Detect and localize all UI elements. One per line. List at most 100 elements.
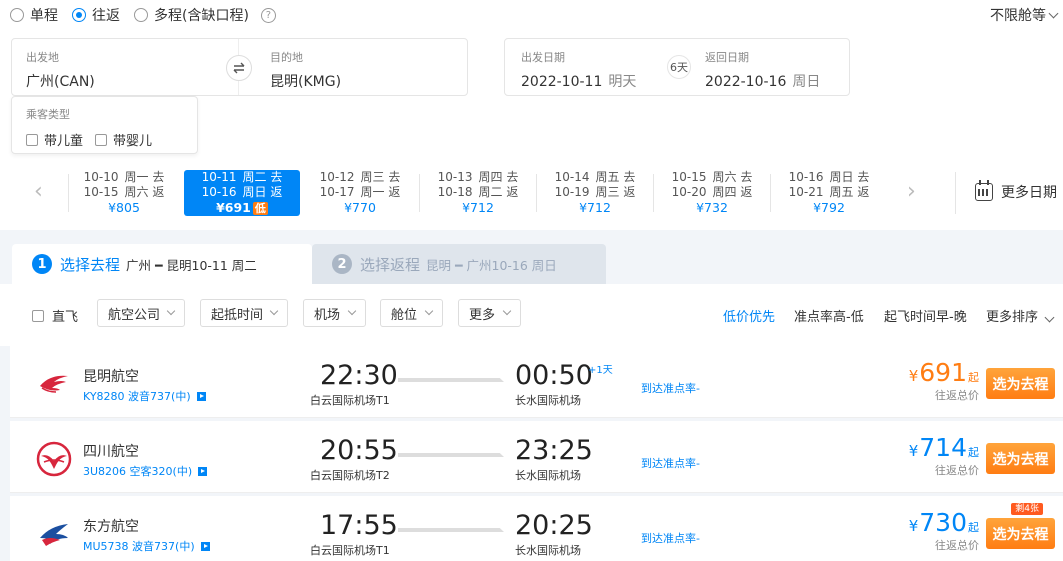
flight-row[interactable]: 四川航空 3U8206 空客320(中) 20:55 白云国际机场T2 23:2… bbox=[10, 421, 1063, 493]
tab-outbound-step: 1 bbox=[32, 254, 52, 274]
flight-row[interactable]: 东方航空 MU5738 波音737(中) 17:55 白云国际机场T1 20:2… bbox=[10, 496, 1063, 561]
passenger-type-label: 乘客类型 bbox=[26, 108, 70, 121]
date-go-day: 周五 bbox=[595, 170, 620, 184]
trip-type-multi[interactable]: 多程(含缺口程) bbox=[134, 5, 249, 25]
currency-symbol: ¥ bbox=[908, 517, 919, 535]
date-option-card[interactable]: 10-16 周日 去 10-21 周五 返 ¥792 bbox=[771, 170, 887, 216]
chevron-down-icon bbox=[347, 306, 357, 316]
date-go: 10-15 bbox=[671, 170, 707, 184]
help-icon[interactable]: ? bbox=[260, 7, 276, 23]
trip-type-oneway[interactable]: 单程 bbox=[10, 5, 58, 25]
date-option-card[interactable]: 10-14 周五 去 10-19 周三 返 ¥712 bbox=[537, 170, 653, 216]
sort-lowest-price[interactable]: 低价优先 bbox=[723, 306, 775, 325]
kunming-airlines-logo-icon bbox=[40, 375, 68, 393]
seats-left-badge: 剩4张 bbox=[1011, 503, 1043, 515]
filter-time-dropdown[interactable]: 起抵时间 bbox=[200, 299, 288, 327]
return-date-field[interactable]: 返回日期 2022-10-16 周日 bbox=[705, 49, 820, 91]
aircraft-info-icon[interactable] bbox=[200, 541, 210, 551]
cabin-class-select[interactable]: 不限舱等 bbox=[990, 5, 1059, 25]
price-block: ¥714 起 往返总价 bbox=[909, 433, 979, 478]
departure-time: 17:55 bbox=[320, 510, 398, 541]
flight-number-text: KY8280 波音737(中) bbox=[83, 390, 191, 403]
tab-outbound[interactable]: 1 选择去程 广州 ━ 昆明10-11 周二 bbox=[12, 244, 312, 284]
more-dates-button[interactable]: 更多日期 bbox=[975, 180, 1057, 202]
direct-flight-checkbox[interactable] bbox=[32, 309, 44, 322]
arrival-airport: 长水国际机场 bbox=[515, 394, 581, 407]
select-outbound-button[interactable]: 选为去程 bbox=[986, 443, 1055, 474]
filter-airport-dropdown[interactable]: 机场 bbox=[303, 299, 366, 327]
filter-more-label: 更多 bbox=[469, 307, 496, 323]
next-day-badge: +1天 bbox=[588, 365, 613, 376]
date-go-day: 周三 bbox=[360, 170, 385, 184]
date-price: ¥770 bbox=[344, 200, 376, 215]
filter-airline-label: 航空公司 bbox=[108, 307, 161, 323]
departure-city-value: 广州(CAN) bbox=[26, 74, 95, 90]
more-dates-label: 更多日期 bbox=[1001, 185, 1057, 201]
filter-more-dropdown[interactable]: 更多 bbox=[458, 299, 521, 327]
date-back: 10-21 bbox=[788, 185, 824, 199]
date-option-card[interactable]: 10-13 周四 去 10-18 周二 返 ¥712 bbox=[420, 170, 536, 216]
tab-outbound-title: 选择去程 bbox=[60, 255, 121, 274]
date-back-day: 周二 bbox=[478, 185, 503, 199]
radio-roundtrip[interactable] bbox=[72, 8, 86, 22]
date-price-strip: ‹ 10-10 周一 去 10-15 周六 返 ¥805 10-11 周二 去 10-… bbox=[20, 168, 940, 218]
ontime-rate: 到达准点率- bbox=[641, 532, 700, 545]
date-back-tag: 返 bbox=[623, 185, 636, 199]
date-option-card[interactable]: 10-10 周一 去 10-15 周六 返 ¥805 bbox=[66, 170, 182, 216]
date-back-day: 周四 bbox=[712, 185, 737, 199]
departure-city-field[interactable]: 出发地 广州(CAN) bbox=[26, 49, 95, 91]
sort-ontime-rate[interactable]: 准点率高-低 bbox=[794, 306, 864, 325]
sort-departure-time[interactable]: 起飞时间早-晚 bbox=[884, 306, 967, 325]
departure-date-field[interactable]: 出发日期 2022-10-11 明天 bbox=[521, 49, 636, 91]
next-dates-arrow-icon[interactable]: › bbox=[907, 181, 916, 203]
passenger-type-panel: 乘客类型 带儿童 带婴儿 bbox=[11, 96, 198, 154]
chevron-down-icon bbox=[424, 306, 434, 316]
date-option-card[interactable]: 10-15 周六 去 10-20 周四 返 ¥732 bbox=[654, 170, 770, 216]
arrival-city-field[interactable]: 目的地 昆明(KMG) bbox=[270, 49, 341, 91]
arrival-time: 20:25 bbox=[515, 510, 593, 541]
flight-number[interactable]: KY8280 波音737(中) bbox=[83, 388, 206, 404]
with-child-label: 带儿童 bbox=[44, 134, 84, 149]
date-option-card[interactable]: 10-12 周三 去 10-17 周一 返 ¥770 bbox=[302, 170, 418, 216]
flight-row[interactable]: 昆明航空 KY8280 波音737(中) 22:30 白云国际机场T1 00:5… bbox=[10, 346, 1063, 418]
price-from-label: 起 bbox=[968, 446, 979, 459]
with-child-option[interactable]: 带儿童 bbox=[26, 130, 83, 149]
return-date-value: 2022-10-16 bbox=[705, 74, 787, 90]
filter-airline-dropdown[interactable]: 航空公司 bbox=[97, 299, 185, 327]
direct-flight-option[interactable]: 直飞 bbox=[32, 306, 78, 325]
roundtrip-total-label: 往返总价 bbox=[935, 389, 979, 402]
with-child-checkbox[interactable] bbox=[26, 133, 38, 146]
select-outbound-button[interactable]: 选为去程 bbox=[986, 368, 1055, 399]
airline-name: 东方航空 bbox=[83, 519, 139, 535]
departure-airport: 白云国际机场T2 bbox=[310, 469, 390, 482]
radio-oneway[interactable] bbox=[10, 8, 24, 22]
filter-bar: 直飞 航空公司 起抵时间 机场 舱位 更多 低价优先 准点率高-低 起飞时间早-… bbox=[0, 284, 1063, 346]
radio-multi[interactable] bbox=[134, 8, 148, 22]
with-infant-checkbox[interactable] bbox=[95, 133, 108, 146]
swap-icon bbox=[233, 62, 245, 74]
date-go-day: 周日 bbox=[829, 170, 854, 184]
flight-number[interactable]: 3U8206 空客320(中) bbox=[83, 463, 208, 479]
city-selector: 出发地 广州(CAN) 目的地 昆明(KMG) bbox=[11, 38, 468, 96]
date-option-card-selected[interactable]: 10-11 周二 去 10-16 周日 返 ¥691 低 bbox=[184, 170, 300, 216]
aircraft-info-icon[interactable] bbox=[196, 391, 206, 401]
trip-type-roundtrip-label: 往返 bbox=[92, 8, 120, 24]
filter-cabin-dropdown[interactable]: 舱位 bbox=[380, 299, 443, 327]
date-price: ¥732 bbox=[696, 200, 728, 215]
prev-dates-arrow-icon[interactable]: ‹ bbox=[34, 181, 43, 203]
china-eastern-logo-icon bbox=[40, 524, 68, 546]
with-infant-option[interactable]: 带婴儿 bbox=[95, 130, 152, 149]
date-back-day: 周六 bbox=[124, 185, 149, 199]
flight-number[interactable]: MU5738 波音737(中) bbox=[83, 538, 210, 554]
sort-more[interactable]: 更多排序 bbox=[986, 306, 1055, 325]
arrival-airport: 长水国际机场 bbox=[515, 544, 581, 557]
price-block: ¥691 起 往返总价 bbox=[909, 358, 979, 403]
tab-return[interactable]: 2 选择返程 昆明 ━ 广州10-16 周日 bbox=[312, 244, 606, 284]
aircraft-info-icon[interactable] bbox=[198, 466, 208, 476]
trip-type-roundtrip[interactable]: 往返 bbox=[72, 5, 120, 25]
arrival-time: 23:25 bbox=[515, 435, 593, 466]
select-outbound-button[interactable]: 选为去程 bbox=[986, 518, 1055, 549]
date-back: 10-16 bbox=[201, 185, 237, 199]
tab-return-title: 选择返程 bbox=[360, 255, 421, 274]
swap-cities-button[interactable] bbox=[226, 55, 252, 81]
